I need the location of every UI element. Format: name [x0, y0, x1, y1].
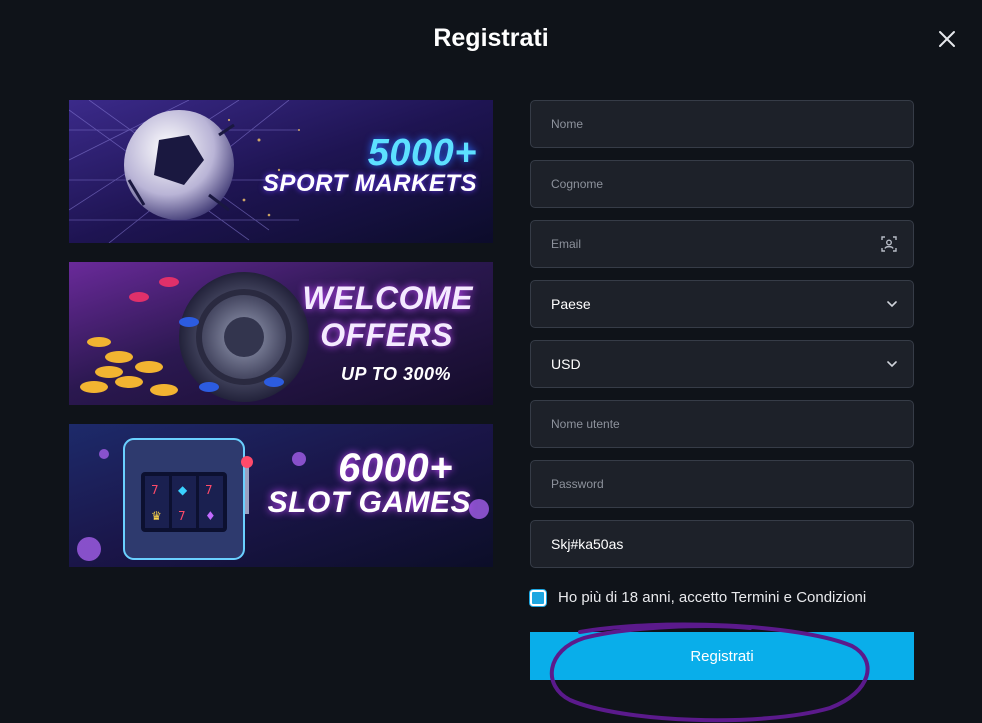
banner-welcome-line3: UP TO 300% [340, 364, 451, 384]
email-placeholder: Email [551, 237, 582, 251]
banner-welcome-offers: WELCOME OFFERS UP TO 300% [69, 262, 493, 405]
first-name-placeholder: Nome [551, 117, 584, 131]
email-field[interactable]: Email [530, 220, 914, 268]
promo-code-field[interactable]: Skj#ka50as [530, 520, 914, 568]
password-field[interactable]: Password [530, 460, 914, 508]
banner-slot-line2: SLOT GAMES [267, 486, 471, 519]
contact-card-icon[interactable] [879, 234, 899, 254]
currency-select[interactable]: USD [530, 340, 914, 388]
chevron-down-icon [885, 357, 899, 371]
username-field[interactable]: Nome utente [530, 400, 914, 448]
banner-slot-line1: 6000+ [338, 446, 453, 490]
register-button[interactable]: Registrati [530, 632, 914, 680]
terms-checkbox[interactable] [530, 589, 546, 606]
banner-sport-line2: SPORT MARKETS [262, 170, 477, 197]
promo-code-value: Skj#ka50as [551, 536, 624, 552]
close-icon[interactable] [936, 28, 958, 50]
banner-slot-games: 7 ◆ 7 ♛ 7 ♦ 6000+ SLOT GAMES [69, 424, 493, 567]
banner-sport-line1: 5000+ [367, 132, 477, 174]
last-name-field[interactable]: Cognome [530, 160, 914, 208]
first-name-field[interactable]: Nome [530, 100, 914, 148]
country-value: Paese [551, 296, 591, 312]
password-placeholder: Password [551, 477, 604, 491]
svg-text:♦: ♦ [205, 509, 216, 523]
chevron-down-icon [885, 297, 899, 311]
banner-welcome-line1: WELCOME [302, 280, 473, 316]
terms-label: Ho più di 18 anni, accetto Termini e Con… [558, 589, 867, 606]
svg-text:7: 7 [151, 483, 159, 497]
last-name-placeholder: Cognome [551, 177, 604, 191]
svg-text:◆: ◆ [178, 483, 188, 497]
svg-text:♛: ♛ [151, 509, 162, 523]
username-placeholder: Nome utente [551, 417, 620, 431]
banner-sport-markets: 5000+ SPORT MARKETS [69, 100, 493, 243]
banner-welcome-line2: OFFERS [320, 317, 453, 353]
terms-row: Ho più di 18 anni, accetto Termini e Con… [530, 589, 866, 606]
svg-text:7: 7 [205, 483, 213, 497]
country-select[interactable]: Paese [530, 280, 914, 328]
currency-value: USD [551, 356, 581, 372]
svg-text:7: 7 [178, 509, 186, 523]
modal-title: Registrati [433, 24, 549, 52]
